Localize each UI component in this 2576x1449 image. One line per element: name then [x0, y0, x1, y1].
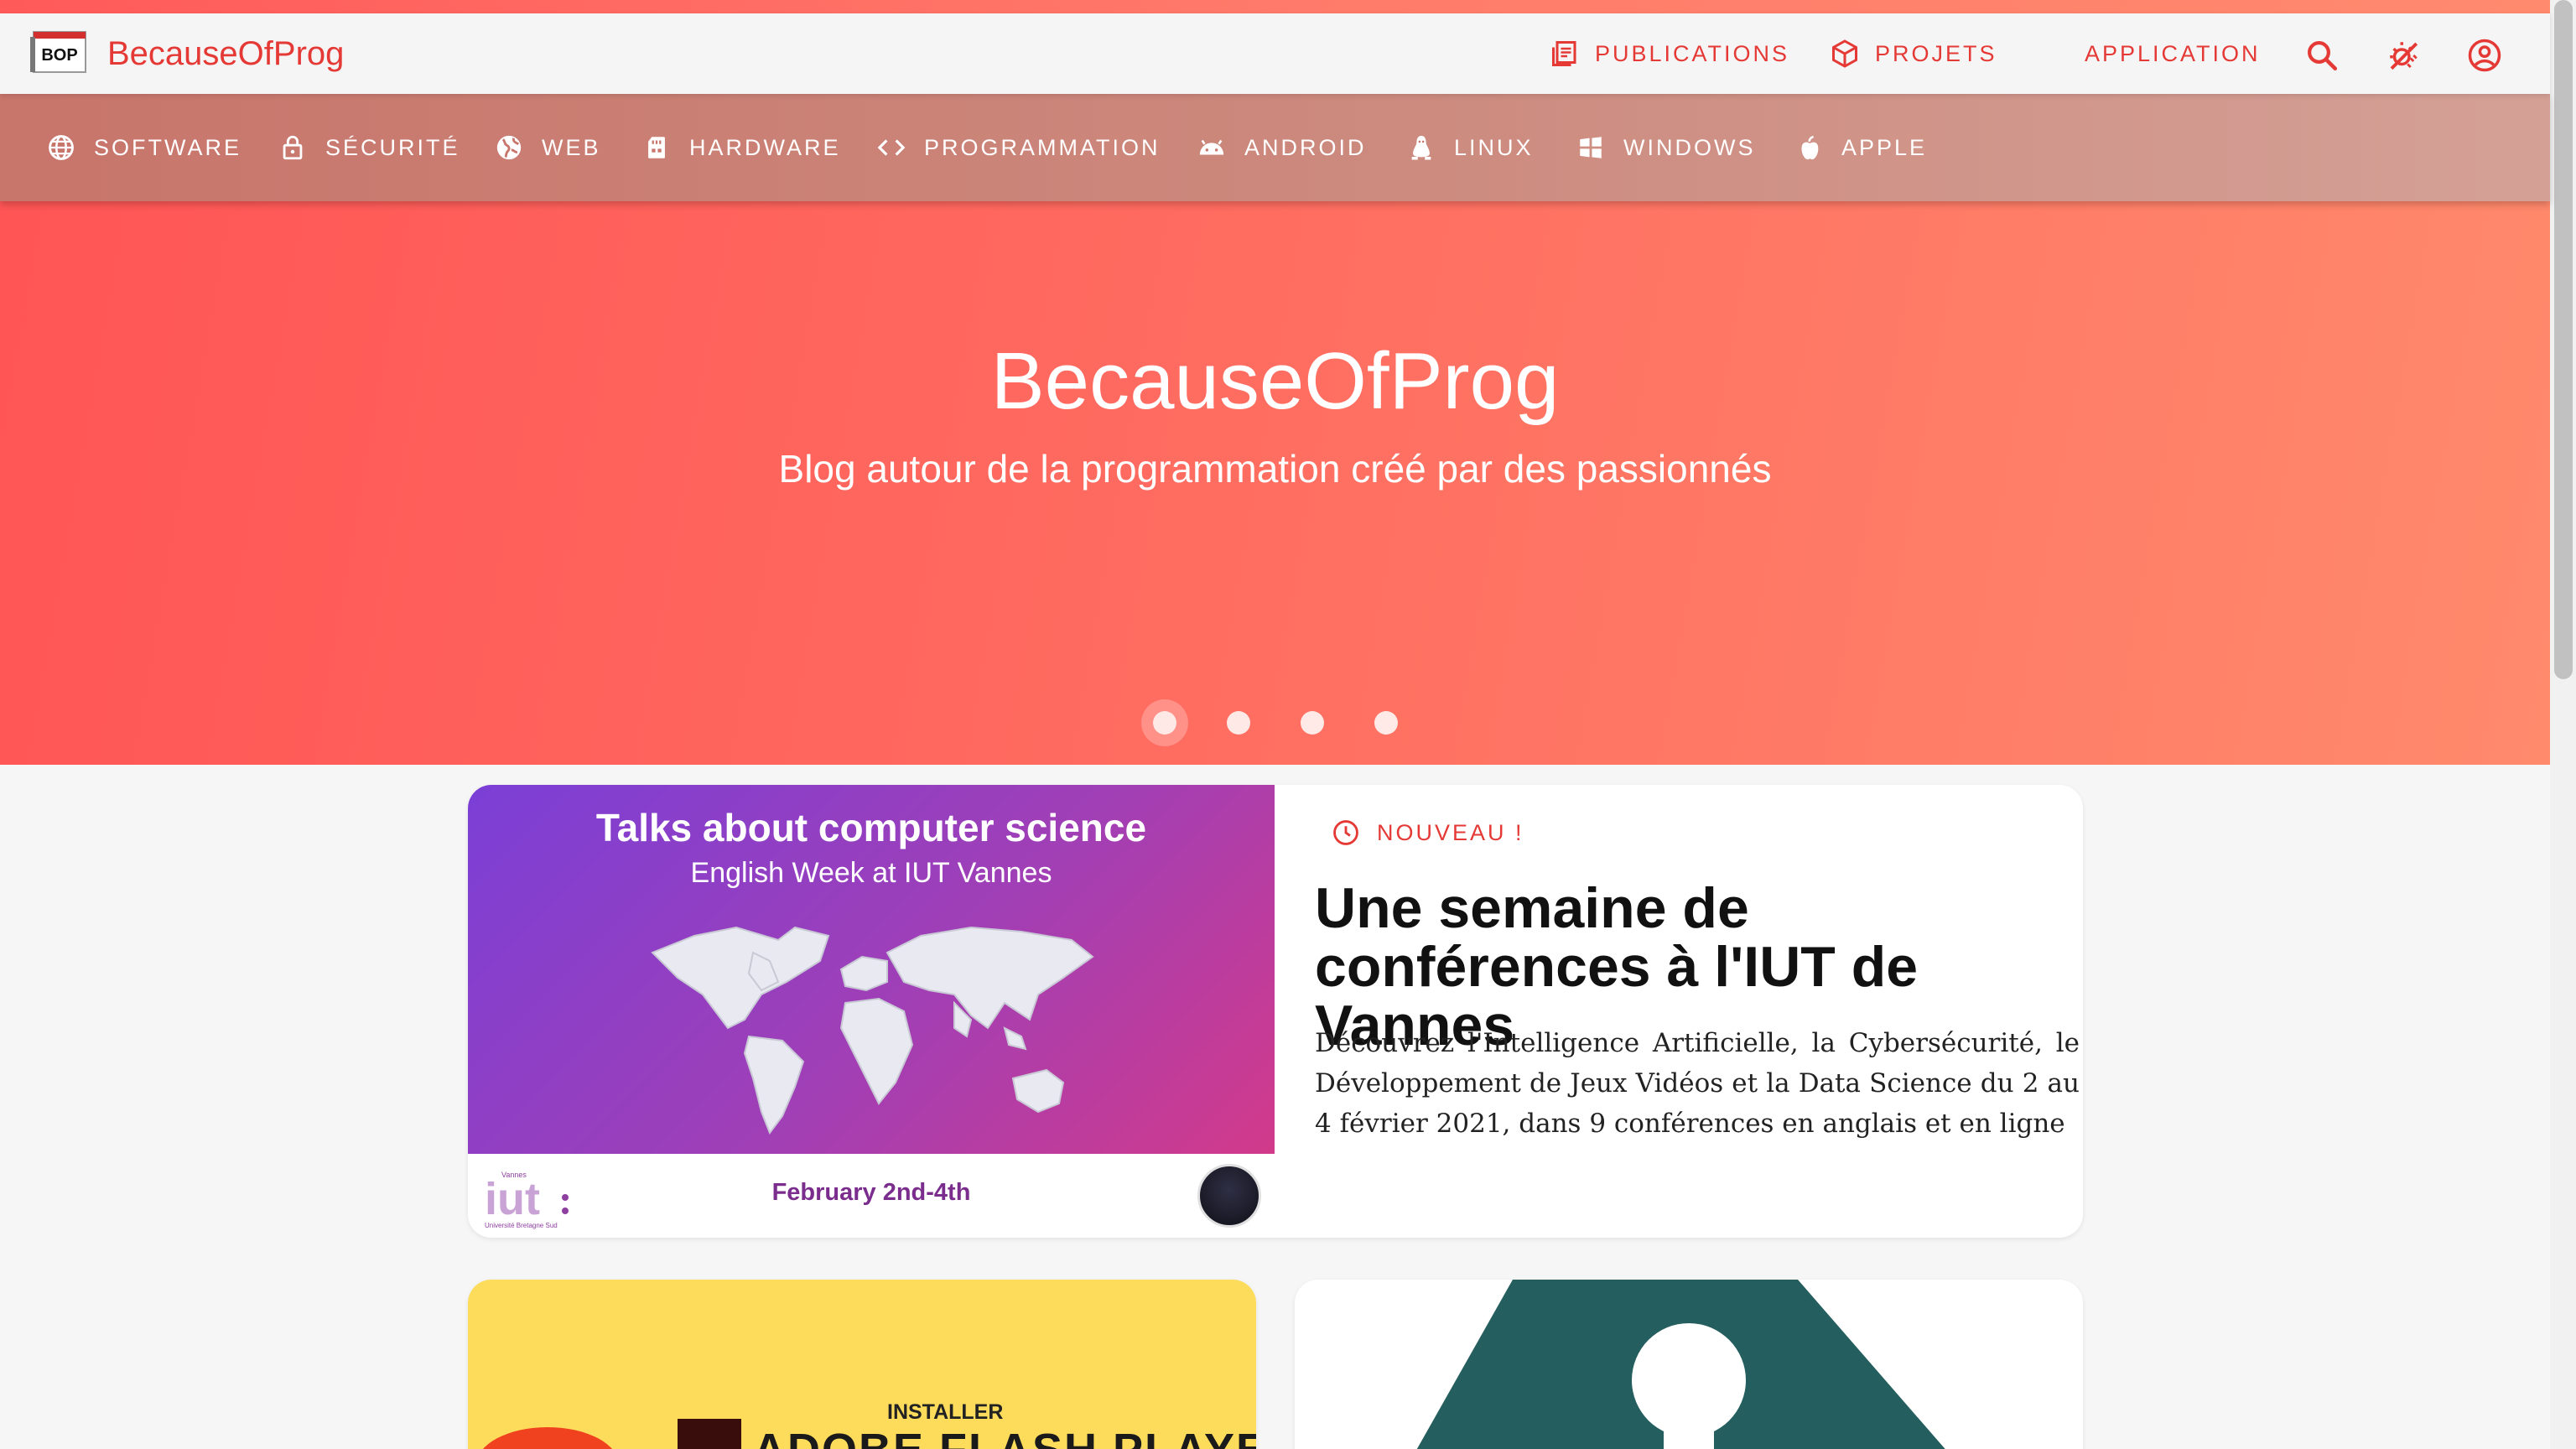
new-badge: NOUVEAU !: [1332, 818, 1524, 847]
category-apple-label: APPLE: [1841, 134, 1928, 160]
category-web-label: WEB: [542, 134, 601, 160]
scrollbar-thumb[interactable]: [2554, 0, 2573, 679]
featured-article-image[interactable]: Talks about computer science English Wee…: [468, 785, 1275, 1238]
hero-title: BecauseOfProg: [990, 336, 1560, 426]
web-icon: [496, 135, 522, 160]
lock-icon: [283, 135, 303, 160]
windows-icon: [1580, 137, 1602, 158]
article-image-big-text: ADOBE FLASH PLAYER: [753, 1424, 1256, 1449]
world-map-icon: [651, 926, 1094, 1135]
nav-application[interactable]: APPLICATION: [2085, 35, 2261, 72]
clock-icon: [1333, 820, 1358, 845]
carousel-dot-1[interactable]: [1153, 711, 1176, 735]
article-icon: [1552, 41, 1576, 66]
category-securite[interactable]: SÉCURITÉ: [278, 127, 460, 168]
search-icon: [2308, 41, 2338, 71]
image-banner: Talks about computer science English Wee…: [468, 785, 1275, 1154]
category-windows[interactable]: WINDOWS: [1576, 127, 1755, 168]
image-footer: Vannes iut Université Bretagne Sud Febru…: [468, 1154, 1275, 1238]
nav-projets-label: PROJETS: [1875, 40, 1997, 66]
featured-article-description: Découvrez l'Intelligence Artificielle, l…: [1315, 1028, 2080, 1139]
page-scrollbar[interactable]: [2550, 0, 2576, 1449]
account-button[interactable]: [2464, 35, 2505, 75]
category-windows-label: WINDOWS: [1623, 134, 1756, 160]
chip-icon: [648, 137, 665, 158]
partner-logo: [1197, 1164, 1261, 1228]
category-hardware[interactable]: HARDWARE: [642, 127, 841, 168]
svg-text:Université Bretagne Sud: Université Bretagne Sud: [485, 1222, 558, 1229]
account-icon: [2468, 39, 2501, 72]
app-bar: BOP BecauseOfProg PUBLICATIONS PROJETS A…: [0, 13, 2550, 94]
image-date: February 2nd-4th: [771, 1179, 971, 1206]
category-android[interactable]: ANDROID: [1197, 127, 1367, 168]
flash-logo-shape: [476, 1427, 619, 1449]
category-android-label: ANDROID: [1244, 134, 1367, 160]
keyhole-image: [1416, 1280, 1945, 1449]
carousel-dot-4[interactable]: [1374, 711, 1398, 735]
article-card-flash[interactable]: INSTALLER ADOBE FLASH PLAYER: [468, 1280, 1256, 1449]
image-title: Talks about computer science: [595, 806, 1147, 849]
flash-icon: [678, 1419, 741, 1449]
category-apple[interactable]: APPLE: [1794, 127, 1927, 168]
carousel-dot-3[interactable]: [1301, 711, 1324, 735]
linux-icon: [1411, 135, 1431, 160]
theme-toggle-button[interactable]: [2383, 35, 2423, 75]
theme-toggle-icon: [2390, 42, 2418, 70]
article-image-small-text: INSTALLER: [887, 1400, 1004, 1424]
brand-name[interactable]: BecauseOfProg: [107, 32, 344, 75]
logo-text: BOP: [41, 46, 77, 65]
top-accent-strip: [0, 0, 2550, 13]
new-badge-label: NOUVEAU !: [1377, 819, 1524, 845]
globe-icon: [49, 135, 74, 160]
hero-banner: BecauseOfProg Blog autour de la programm…: [0, 201, 2550, 765]
featured-article-text: NOUVEAU ! Une semaine de conférences à l…: [1315, 785, 2080, 1238]
category-programmation-label: PROGRAMMATION: [924, 134, 1161, 160]
category-web[interactable]: WEB: [495, 127, 601, 168]
category-hardware-label: HARDWARE: [689, 134, 841, 160]
cube-icon: [1832, 39, 1857, 68]
image-subtitle: English Week at IUT Vannes: [690, 857, 1052, 889]
android-icon: [1199, 139, 1224, 155]
nav-publications[interactable]: PUBLICATIONS: [1550, 35, 1789, 72]
site-logo[interactable]: BOP: [30, 29, 89, 75]
apple-icon: [1801, 135, 1819, 160]
featured-article-card[interactable]: Talks about computer science English Wee…: [468, 785, 2083, 1238]
article-card-security[interactable]: [1295, 1280, 2083, 1449]
hero-subtitle: Blog autour de la programmation créé par…: [778, 447, 1772, 491]
category-programmation[interactable]: PROGRAMMATION: [877, 127, 1161, 168]
category-software[interactable]: SOFTWARE: [47, 127, 242, 168]
carousel-dot-2[interactable]: [1227, 711, 1250, 735]
nav-publications-label: PUBLICATIONS: [1595, 40, 1790, 66]
category-bar: SOFTWARE SÉCURITÉ WEB HARDWARE PROGRAMMA…: [0, 94, 2550, 201]
category-securite-label: SÉCURITÉ: [325, 134, 460, 160]
search-button[interactable]: [2302, 35, 2342, 75]
code-icon: [877, 139, 906, 156]
nav-application-label: APPLICATION: [2085, 40, 2261, 66]
category-software-label: SOFTWARE: [94, 134, 242, 160]
category-linux[interactable]: LINUX: [1407, 127, 1534, 168]
nav-projets[interactable]: PROJETS: [1830, 35, 1997, 72]
category-linux-label: LINUX: [1454, 134, 1534, 160]
